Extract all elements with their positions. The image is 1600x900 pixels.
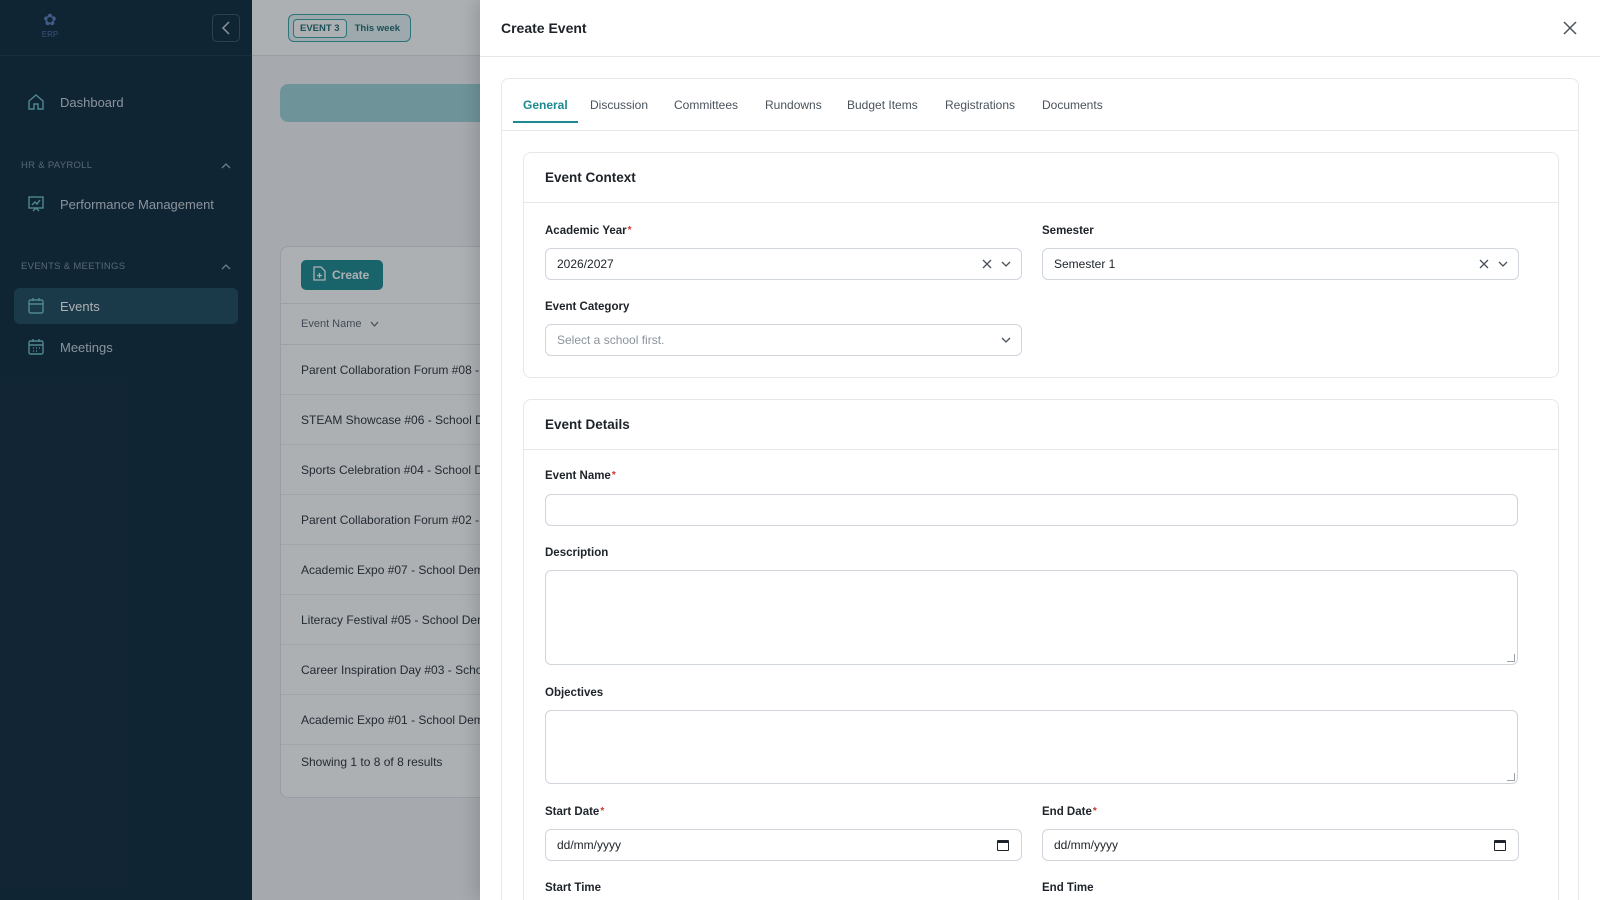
- create-event-drawer: Create Event General Discussion Committe…: [480, 0, 1600, 900]
- tab-documents[interactable]: Documents: [1042, 79, 1103, 131]
- objectives-label: Objectives: [545, 687, 604, 699]
- clear-icon[interactable]: [1479, 259, 1489, 269]
- objectives-textarea[interactable]: [545, 710, 1518, 784]
- start-date-label: Start Date*: [545, 806, 604, 818]
- select-controls: [1479, 259, 1518, 269]
- selected-value: 2026/2027: [557, 257, 614, 271]
- end-time-label: End Time: [1042, 882, 1094, 894]
- select-controls: [1001, 337, 1021, 343]
- close-icon: [1563, 21, 1577, 35]
- placeholder-text: Select a school first.: [557, 333, 665, 347]
- label-text: End Date: [1042, 806, 1092, 818]
- drawer-body: General Discussion Committees Rundowns B…: [501, 78, 1579, 900]
- required-mark: *: [627, 225, 632, 236]
- end-date-label: End Date*: [1042, 806, 1097, 818]
- event-category-select[interactable]: Select a school first.: [545, 324, 1022, 356]
- event-name-input[interactable]: [545, 494, 1518, 526]
- tab-registrations[interactable]: Registrations: [945, 79, 1015, 131]
- label-text: Academic Year: [545, 225, 627, 237]
- chevron-down-icon[interactable]: [1498, 261, 1508, 267]
- tab-discussion[interactable]: Discussion: [590, 79, 648, 131]
- required-mark: *: [1092, 806, 1097, 817]
- drawer-title: Create Event: [501, 20, 587, 36]
- calendar-icon[interactable]: [1494, 839, 1506, 851]
- resize-handle[interactable]: [1507, 773, 1515, 781]
- description-textarea[interactable]: [545, 570, 1518, 665]
- select-controls: [982, 259, 1021, 269]
- tab-general[interactable]: General: [513, 79, 578, 131]
- calendar-icon[interactable]: [997, 839, 1009, 851]
- tab-committees[interactable]: Committees: [674, 79, 738, 131]
- event-context-section: Event Context Academic Year* 2026/2027 S…: [523, 152, 1559, 378]
- date-placeholder: dd/mm/yyyy: [1054, 838, 1119, 852]
- close-button[interactable]: [1560, 18, 1580, 38]
- date-placeholder: dd/mm/yyyy: [557, 838, 622, 852]
- end-date-input[interactable]: dd/mm/yyyy: [1042, 829, 1519, 861]
- event-category-label: Event Category: [545, 301, 630, 313]
- label-text: Start Date: [545, 806, 600, 818]
- academic-year-label: Academic Year*: [545, 225, 632, 237]
- tab-rundowns[interactable]: Rundowns: [765, 79, 822, 131]
- chevron-down-icon[interactable]: [1001, 261, 1011, 267]
- section-title: Event Details: [524, 400, 1558, 450]
- selected-value: Semester 1: [1054, 257, 1116, 271]
- semester-label: Semester: [1042, 225, 1094, 237]
- clear-icon[interactable]: [982, 259, 992, 269]
- section-title: Event Context: [524, 153, 1558, 203]
- drawer-header: Create Event: [480, 0, 1600, 57]
- semester-select[interactable]: Semester 1: [1042, 248, 1519, 280]
- resize-handle[interactable]: [1507, 654, 1515, 662]
- start-time-label: Start Time: [545, 882, 602, 894]
- tab-bar: General Discussion Committees Rundowns B…: [502, 79, 1578, 131]
- required-mark: *: [611, 470, 616, 481]
- event-name-label: Event Name*: [545, 470, 616, 482]
- required-mark: *: [600, 806, 605, 817]
- chevron-down-icon[interactable]: [1001, 337, 1011, 343]
- description-label: Description: [545, 547, 609, 559]
- tab-budget-items[interactable]: Budget Items: [847, 79, 918, 131]
- academic-year-select[interactable]: 2026/2027: [545, 248, 1022, 280]
- event-details-section: Event Details Event Name* Description Ob…: [523, 399, 1559, 900]
- start-date-input[interactable]: dd/mm/yyyy: [545, 829, 1022, 861]
- label-text: Event Name: [545, 470, 611, 482]
